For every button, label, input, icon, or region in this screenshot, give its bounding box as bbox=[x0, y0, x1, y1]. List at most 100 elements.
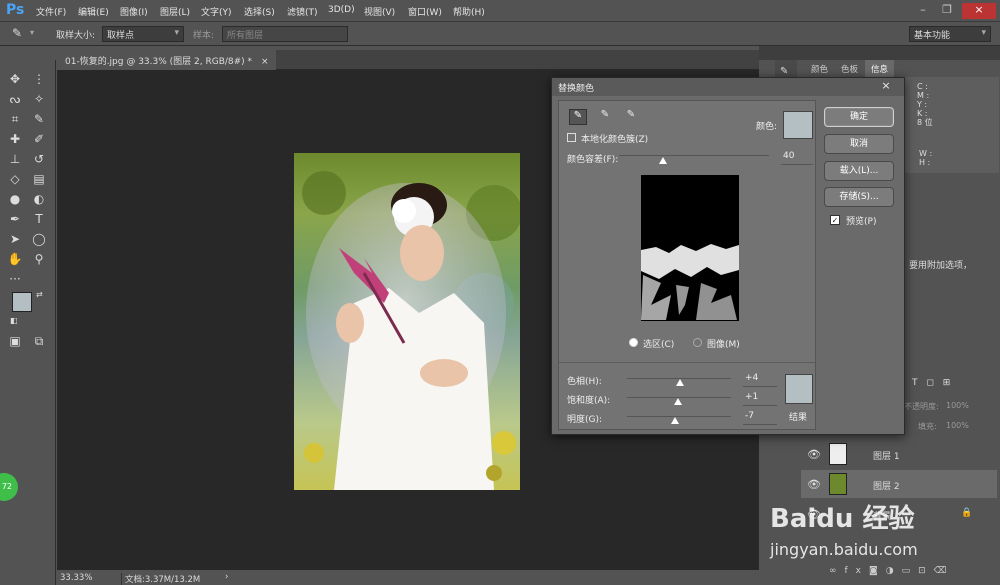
menu-3d[interactable]: 3D(D) bbox=[328, 5, 355, 15]
chevron-down-icon[interactable]: ▾ bbox=[30, 28, 34, 37]
tab-color[interactable]: 颜色 bbox=[805, 60, 834, 77]
hue-input[interactable]: +4 bbox=[743, 373, 777, 387]
eyedropper-tool-icon[interactable]: ✎ bbox=[30, 110, 48, 128]
layer-row[interactable]: 👁 图层 1 bbox=[801, 440, 997, 468]
menu-edit[interactable]: 编辑(E) bbox=[78, 5, 109, 18]
type-tool-icon[interactable]: T bbox=[30, 210, 48, 228]
tolerance-slider-track[interactable] bbox=[619, 155, 769, 156]
eyedropper-plus-icon[interactable]: ✎ bbox=[597, 109, 613, 125]
swap-colors-icon[interactable]: ⇄ bbox=[36, 290, 43, 299]
selection-color-swatch[interactable] bbox=[783, 111, 813, 139]
hand-tool-icon[interactable]: ✋ bbox=[6, 250, 24, 268]
lightness-slider-thumb[interactable] bbox=[671, 417, 679, 424]
blur-tool-icon[interactable]: ● bbox=[6, 190, 24, 208]
saturation-slider-thumb[interactable] bbox=[674, 398, 682, 405]
visibility-eye-icon[interactable]: 👁 bbox=[807, 448, 821, 461]
path-select-icon[interactable]: ➤ bbox=[6, 230, 24, 248]
eyedropper-icon[interactable]: ✎ bbox=[569, 109, 587, 125]
gradient-tool-icon[interactable]: ▤ bbox=[30, 170, 48, 188]
menu-select[interactable]: 选择(S) bbox=[244, 5, 275, 18]
screen-mode-icon[interactable]: ⧉ bbox=[30, 332, 48, 350]
radio-selection[interactable] bbox=[629, 338, 638, 347]
localized-checkbox[interactable] bbox=[567, 133, 576, 142]
canvas-image[interactable] bbox=[294, 153, 520, 490]
default-colors-icon[interactable]: ◧ bbox=[10, 316, 18, 325]
preview-checkbox[interactable]: ✓ bbox=[830, 215, 840, 225]
fx-icon[interactable]: fx bbox=[845, 566, 870, 576]
eyedropper-icon[interactable]: ✎ bbox=[12, 26, 22, 40]
link-icon[interactable]: ∞ bbox=[829, 566, 845, 576]
layer-lock-icons[interactable]: T ◻ ⊞ bbox=[912, 378, 953, 388]
dialog-close-icon[interactable]: × bbox=[878, 79, 894, 95]
close-tab-icon[interactable]: × bbox=[261, 57, 269, 67]
menu-image[interactable]: 图像(I) bbox=[120, 5, 148, 18]
tolerance-input[interactable]: 40 bbox=[781, 151, 813, 165]
lasso-tool-icon[interactable]: ᔓ bbox=[6, 90, 24, 108]
radio-image[interactable] bbox=[693, 338, 702, 347]
adjustment-icon[interactable]: ◑ bbox=[886, 566, 902, 576]
sample-select[interactable]: 所有图层 bbox=[222, 26, 348, 42]
chevron-down-icon: ▾ bbox=[174, 28, 179, 38]
menu-type[interactable]: 文字(Y) bbox=[201, 5, 232, 18]
fill-value[interactable]: 100% bbox=[946, 421, 969, 430]
menu-help[interactable]: 帮助(H) bbox=[453, 5, 485, 18]
lightness-input[interactable]: -7 bbox=[743, 411, 777, 425]
photo-artwork bbox=[302, 171, 520, 490]
status-menu-arrow[interactable]: › bbox=[225, 572, 228, 582]
tolerance-slider-thumb[interactable] bbox=[659, 157, 667, 164]
close-window-icon[interactable]: × bbox=[962, 3, 996, 19]
opacity-value[interactable]: 100% bbox=[946, 401, 969, 410]
zoom-level[interactable]: 33.33% bbox=[60, 573, 92, 583]
eyedropper-minus-icon[interactable]: ✎ bbox=[623, 109, 639, 125]
load-button[interactable]: 载入(L)... bbox=[824, 161, 894, 181]
marquee-tool-icon[interactable]: ⋮ bbox=[30, 70, 48, 88]
sample-size-value: 取样点 bbox=[107, 31, 135, 41]
menu-file[interactable]: 文件(F) bbox=[36, 5, 66, 18]
group-icon[interactable]: ▭ bbox=[902, 566, 919, 576]
history-brush-icon[interactable]: ↺ bbox=[30, 150, 48, 168]
healing-brush-icon[interactable]: ✚ bbox=[6, 130, 24, 148]
tab-info[interactable]: 信息 bbox=[865, 60, 895, 77]
menu-filter[interactable]: 滤镜(T) bbox=[287, 5, 318, 18]
pen-tool-icon[interactable]: ✒ bbox=[6, 210, 24, 228]
menu-view[interactable]: 视图(V) bbox=[364, 5, 395, 18]
visibility-eye-icon[interactable]: 👁 bbox=[807, 478, 821, 491]
move-tool-icon[interactable]: ✥ bbox=[6, 70, 24, 88]
zoom-tool-icon[interactable]: ⚲ bbox=[30, 250, 48, 268]
maximize-icon[interactable]: ❐ bbox=[936, 3, 958, 19]
hue-slider-thumb[interactable] bbox=[676, 379, 684, 386]
mask-icon[interactable]: ◙ bbox=[869, 566, 886, 576]
cancel-button[interactable]: 取消 bbox=[824, 134, 894, 154]
quick-mask-icon[interactable]: ▣ bbox=[6, 332, 24, 350]
result-color-swatch[interactable] bbox=[785, 374, 813, 404]
layer-row[interactable]: 👁 图层 2 bbox=[801, 470, 997, 498]
dodge-tool-icon[interactable]: ◐ bbox=[30, 190, 48, 208]
result-label: 结果 bbox=[789, 413, 808, 423]
ellipse-tool-icon[interactable]: ◯ bbox=[30, 230, 48, 248]
menu-layer[interactable]: 图层(L) bbox=[160, 5, 190, 18]
tab-swatches[interactable]: 色板 bbox=[835, 60, 864, 77]
selection-preview[interactable] bbox=[641, 175, 739, 321]
new-layer-icon[interactable]: ⊡ bbox=[918, 566, 934, 576]
lightness-slider-track[interactable] bbox=[627, 416, 731, 417]
saturation-label: 饱和度(A): bbox=[567, 396, 611, 406]
workspace-select[interactable]: 基本功能 ▾ bbox=[909, 26, 991, 42]
save-button[interactable]: 存储(S)... bbox=[824, 187, 894, 207]
magic-wand-icon[interactable]: ✧ bbox=[30, 90, 48, 108]
eraser-tool-icon[interactable]: ◇ bbox=[6, 170, 24, 188]
crop-tool-icon[interactable]: ⌗ bbox=[6, 110, 24, 128]
eyedropper-panel-icon[interactable]: ✎ bbox=[780, 66, 788, 77]
saturation-input[interactable]: +1 bbox=[743, 392, 777, 406]
layer-thumbnail bbox=[829, 473, 847, 495]
dialog-title-bar[interactable]: 替换颜色 bbox=[552, 78, 904, 96]
foreground-color-swatch[interactable] bbox=[12, 292, 32, 312]
trash-icon[interactable]: ⌫ bbox=[934, 566, 955, 576]
minimize-icon[interactable]: – bbox=[912, 3, 934, 19]
menu-window[interactable]: 窗口(W) bbox=[408, 5, 442, 18]
document-tab[interactable]: 01-恢复的.jpg @ 33.3% (图层 2, RGB/8#) * × bbox=[57, 50, 277, 70]
brush-tool-icon[interactable]: ✐ bbox=[30, 130, 48, 148]
clone-stamp-icon[interactable]: ⊥ bbox=[6, 150, 24, 168]
ok-button[interactable]: 确定 bbox=[824, 107, 894, 127]
sample-size-select[interactable]: 取样点 ▾ bbox=[102, 26, 184, 42]
more-tools-icon[interactable]: ··· bbox=[6, 270, 24, 288]
